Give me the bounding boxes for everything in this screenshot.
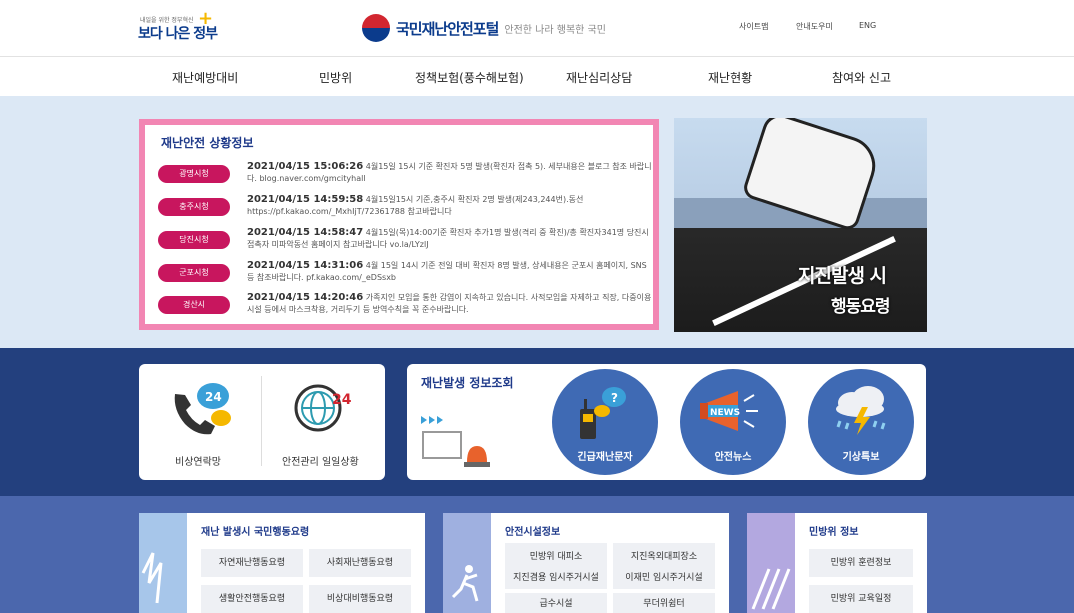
nav-civil-defense[interactable]: 민방위	[319, 69, 352, 86]
globe-24-icon: 24	[294, 384, 352, 432]
portal-logo[interactable]: 국민재난안전포털 안전한 나라 행복한 국민	[362, 13, 606, 43]
contact-panel: 24 비상연락망 24 안전관리 일일상황	[139, 364, 385, 480]
daily-safety-status-link[interactable]: 24 안전관리 일일상황	[262, 364, 385, 480]
info-panel-title: 재난발생 정보조회	[421, 376, 514, 390]
civil-defense-title: 민방위 정보	[809, 527, 859, 538]
gov-logo[interactable]: 내일을 위한 정부혁신 보다 나은 정부 +	[138, 8, 218, 42]
badge-24: 24	[332, 392, 352, 408]
running-person-icon	[451, 565, 479, 602]
plus-icon: +	[198, 8, 214, 29]
banner-line2: 행동요령	[831, 297, 891, 317]
status-item[interactable]: 광명시청 2021/04/15 15:06:26 4월15일 15시 기준 확진…	[158, 161, 652, 193]
megaphone-news-icon: NEWS	[700, 391, 758, 431]
civil-defense-education-button[interactable]: 민방위 교육일정	[809, 585, 913, 613]
emergency-contact-link[interactable]: 24 비상연락망	[139, 364, 261, 480]
stripes-icon	[751, 568, 791, 610]
life-safety-guide-button[interactable]: 생활안전행동요령	[201, 585, 303, 613]
civil-defense-card: 민방위 정보 민방위 훈련정보 민방위 교육일정	[747, 513, 927, 613]
status-message: 2021/04/15 14:58:47 4월15일(목)14:00기준 확진자 …	[247, 227, 652, 251]
emergency-alert-message-label: 긴급재난문자	[577, 452, 633, 463]
flood-icon	[141, 552, 163, 604]
status-time: 2021/04/15 14:58:47	[247, 227, 364, 238]
emergency-prep-guide-button[interactable]: 비상대비행동요령	[309, 585, 411, 613]
action-guide-side-image	[139, 513, 187, 613]
nav-participation-report[interactable]: 참여와 신고	[832, 69, 891, 86]
earthquake-guide-banner[interactable]: 지진발생 시 행동요령	[674, 118, 927, 332]
status-message: 2021/04/15 14:20:46 가족지인 모임을 통한 감염이 지속하고…	[247, 292, 652, 316]
status-item[interactable]: 군포시청 2021/04/15 14:31:06 4월 15일 14시 기준 전…	[158, 260, 648, 292]
status-badge: 광명시청	[158, 165, 230, 183]
disaster-info-panel: 재난발생 정보조회 ? 긴급재난문자 NEWS 안전뉴스 기상특보	[407, 364, 926, 480]
safety-facility-card: 안전시설정보 민방위 대피소 지진옥외대피장소 지진겸용 임시주거시설 이재민 …	[443, 513, 729, 613]
english-link[interactable]: ENG	[859, 21, 876, 30]
nav-disaster-prevention[interactable]: 재난예방대비	[172, 69, 238, 86]
svg-text:?: ?	[611, 391, 618, 405]
weather-warning-button[interactable]: 기상특보	[808, 369, 914, 475]
status-badge: 경산시	[158, 296, 230, 314]
status-message: 2021/04/15 14:59:58 4월15일15시 기준,충주시 확진자 …	[247, 194, 652, 218]
safety-facility-title: 안전시설정보	[505, 527, 561, 538]
status-time: 2021/04/15 14:59:58	[247, 194, 364, 205]
walkie-talkie-icon: ?	[580, 387, 626, 439]
civil-defense-side-image	[747, 513, 795, 613]
status-item[interactable]: 당진시청 2021/04/15 14:58:47 4월15일(목)14:00기준…	[158, 227, 649, 259]
nav-psych-counseling[interactable]: 재난심리상담	[566, 69, 632, 86]
status-message: 2021/04/15 15:06:26 4월15일 15시 기준 확진자 5명 …	[247, 161, 652, 185]
weather-warning-label: 기상특보	[842, 452, 880, 463]
status-item[interactable]: 충주시청 2021/04/15 14:59:58 4월15일15시 기준,충주시…	[158, 194, 648, 226]
banner-line1: 지진발생 시	[798, 265, 887, 287]
safety-news-label: 안전뉴스	[714, 452, 752, 463]
daily-safety-status-label: 안전관리 일일상황	[282, 457, 359, 468]
status-time: 2021/04/15 15:06:26	[247, 161, 364, 172]
status-badge: 군포시청	[158, 264, 230, 282]
status-time: 2021/04/15 14:31:06	[247, 260, 364, 271]
header: 내일을 위한 정부혁신 보다 나은 정부 + 국민재난안전포털 안전한 나라 행…	[0, 0, 1074, 56]
taegeuk-emblem-icon	[362, 14, 390, 42]
guide-link[interactable]: 안내도우미	[796, 21, 833, 32]
nav-disaster-status[interactable]: 재난현황	[708, 69, 752, 86]
water-facility-button[interactable]: 급수시설	[505, 593, 607, 613]
victim-temp-housing-button[interactable]: 이재민 임시주거시설	[613, 567, 715, 589]
natural-disaster-guide-button[interactable]: 자연재난행동요령	[201, 549, 303, 577]
safety-news-button[interactable]: NEWS 안전뉴스	[680, 369, 786, 475]
nav-policy-insurance[interactable]: 정책보험(풍수해보험)	[415, 69, 524, 86]
status-badge: 충주시청	[158, 198, 230, 216]
status-item[interactable]: 경산시 2021/04/15 14:20:46 가족지인 모임을 통한 감염이 …	[158, 292, 651, 324]
emergency-alert-message-button[interactable]: ? 긴급재난문자	[552, 369, 658, 475]
sitemap-link[interactable]: 사이트맵	[739, 21, 768, 32]
disaster-status-panel: 재난안전 상황정보 광명시청 2021/04/15 15:06:26 4월15일…	[139, 119, 659, 330]
news-label: NEWS	[710, 408, 740, 418]
status-panel-title: 재난안전 상황정보	[161, 136, 254, 150]
emergency-contact-label: 비상연락망	[175, 457, 221, 468]
main-nav: 재난예방대비 민방위 정책보험(풍수해보험) 재난심리상담 재난현황 참여와 신…	[0, 56, 1074, 96]
alarm-monitor-icon	[421, 416, 490, 467]
earthquake-temp-housing-button[interactable]: 지진겸용 임시주거시설	[505, 567, 607, 589]
portal-slogan: 안전한 나라 행복한 국민	[504, 24, 606, 36]
portal-name: 국민재난안전포털	[396, 19, 499, 38]
status-badge: 당진시청	[158, 231, 230, 249]
storm-cloud-icon	[836, 386, 886, 435]
badge-24: 24	[205, 390, 222, 404]
civil-defense-training-button[interactable]: 민방위 훈련정보	[809, 549, 913, 577]
heat-shelter-button[interactable]: 무더위쉼터	[613, 593, 715, 613]
status-time: 2021/04/15 14:20:46	[247, 292, 364, 303]
action-guide-title: 재난 발생시 국민행동요령	[201, 527, 310, 538]
status-message: 2021/04/15 14:31:06 4월 15일 14시 기준 전일 대비 …	[247, 260, 652, 284]
action-guide-card: 재난 발생시 국민행동요령 자연재난행동요령 사회재난행동요령 생활안전행동요령…	[139, 513, 425, 613]
phone-24-icon: 24	[174, 383, 231, 435]
social-disaster-guide-button[interactable]: 사회재난행동요령	[309, 549, 411, 577]
safety-facility-side-image	[443, 513, 491, 613]
